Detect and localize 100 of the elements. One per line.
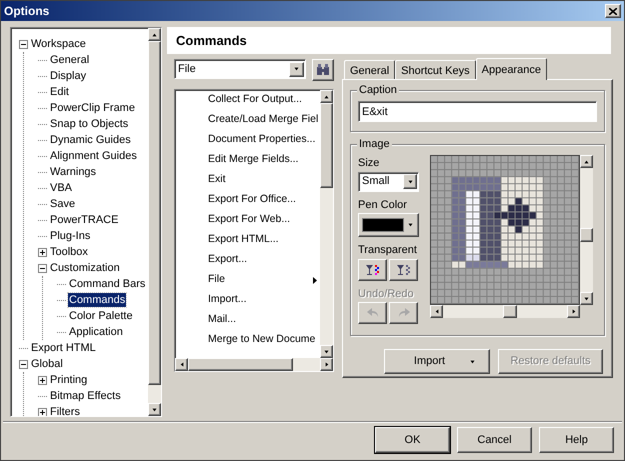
binoculars-icon [316, 64, 330, 76]
category-dropdown[interactable]: File [174, 59, 306, 79]
tab[interactable]: General [344, 60, 396, 79]
command-item[interactable]: Export For Office... [208, 192, 296, 208]
up-arrow-icon [151, 32, 158, 36]
scrollbar-thumb[interactable] [580, 228, 593, 242]
caption-field[interactable]: E&xit [358, 101, 597, 122]
command-item[interactable]: Merge to New Docume [208, 332, 316, 348]
pen-color-label: Pen Color [358, 198, 408, 212]
scroll-arrow-button[interactable] [148, 28, 161, 41]
size-dropdown[interactable]: Small [358, 172, 419, 192]
pen-color-button[interactable] [358, 213, 419, 237]
scrollbar-thumb[interactable] [503, 305, 517, 318]
expand-icon[interactable] [38, 248, 47, 256]
tree-item[interactable]: Warnings [49, 165, 98, 179]
left-arrow-icon [180, 361, 184, 368]
command-item[interactable]: Document Properties... [208, 132, 316, 148]
scroll-arrow-button[interactable] [320, 90, 333, 103]
command-item[interactable]: File [208, 272, 225, 288]
dropdown-arrow-icon [407, 223, 414, 227]
tree-item[interactable]: Export HTML [30, 341, 97, 355]
tree-item[interactable]: Customization [49, 261, 121, 275]
scroll-arrow-button[interactable] [430, 305, 443, 318]
tree-item[interactable]: Alignment Guides [49, 149, 138, 163]
tree-item[interactable]: Display [49, 69, 88, 83]
tree-item[interactable]: Edit [49, 85, 70, 99]
undo-icon [366, 308, 378, 318]
command-item[interactable]: Collect For Output... [208, 92, 302, 108]
window-title: Options [4, 3, 50, 20]
transparent-label: Transparent [358, 243, 418, 258]
dialog-button[interactable]: OK [375, 427, 450, 453]
scroll-arrow-button[interactable] [567, 305, 580, 318]
tree-item[interactable]: Workspace [30, 37, 87, 51]
collapse-icon[interactable] [38, 264, 47, 272]
scroll-arrow-button[interactable] [320, 358, 333, 371]
transparency-button[interactable] [389, 258, 418, 280]
collapse-icon[interactable] [19, 40, 28, 48]
command-item[interactable]: Edit Merge Fields... [208, 152, 298, 168]
right-arrow-icon [324, 361, 328, 368]
command-item[interactable]: Export... [208, 252, 248, 268]
page-header: Commands [167, 27, 611, 54]
tree-item[interactable]: Filters [49, 405, 81, 416]
command-item[interactable]: Create/Load Merge Fiel [208, 112, 318, 128]
dialog-button[interactable]: Cancel [457, 427, 532, 453]
tree-item[interactable]: PowerClip Frame [49, 101, 136, 115]
redo-button[interactable] [389, 302, 418, 324]
close-icon [609, 8, 617, 14]
glass-icon [366, 264, 380, 276]
scrollbar-thumb[interactable] [320, 103, 333, 188]
tree-item[interactable]: Toolbox [49, 245, 89, 259]
dropdown-arrow-icon [469, 360, 476, 364]
command-item[interactable]: Mail... [208, 312, 236, 328]
scroll-arrow-button[interactable] [320, 345, 333, 358]
tree-item[interactable]: Global [30, 357, 64, 371]
command-item[interactable]: Import... [208, 292, 247, 308]
tree-item[interactable]: VBA [49, 181, 74, 195]
command-item[interactable]: Export For Web... [208, 212, 290, 228]
dropdown-arrow-icon [406, 180, 414, 184]
expand-icon[interactable] [38, 376, 47, 384]
tree-item[interactable]: Application [68, 325, 124, 339]
undo-button[interactable] [358, 302, 387, 324]
glass-icon [396, 264, 410, 276]
tree-item[interactable]: Dynamic Guides [49, 133, 132, 147]
tree-item[interactable]: Color Palette [68, 309, 134, 323]
tab[interactable]: Shortcut Keys [395, 60, 476, 79]
command-item[interactable]: Exit [208, 172, 226, 188]
down-arrow-icon [583, 296, 590, 300]
scroll-arrow-button[interactable] [580, 155, 593, 168]
down-arrow-icon [323, 350, 330, 354]
right-arrow-icon [572, 308, 576, 315]
command-item[interactable]: Export HTML... [208, 232, 279, 248]
tree-item[interactable]: Command Bars [68, 277, 146, 291]
expand-icon[interactable] [38, 408, 47, 416]
tree-item[interactable]: Snap to Objects [49, 117, 130, 131]
pixel-icon-editor-drawing[interactable] [430, 155, 580, 305]
size-label: Size [358, 156, 380, 171]
down-arrow-icon [151, 408, 158, 412]
transparency-button[interactable] [358, 258, 387, 280]
tree-item[interactable]: PowerTRACE [49, 213, 120, 227]
group-label: Image [357, 137, 392, 151]
scroll-arrow-button[interactable] [580, 292, 593, 305]
tree-item[interactable]: Commands [68, 293, 126, 307]
scroll-arrow-button[interactable] [175, 358, 188, 371]
close-button[interactable] [605, 4, 621, 18]
left-arrow-icon [434, 308, 438, 315]
up-arrow-icon [583, 160, 590, 164]
find-button[interactable] [312, 59, 334, 81]
group-label: Caption [357, 83, 399, 97]
import-button[interactable]: Import [384, 349, 490, 374]
scrollbar-thumb[interactable] [188, 358, 293, 371]
collapse-icon[interactable] [19, 360, 28, 368]
tree-item[interactable]: Save [49, 197, 76, 211]
tree-item[interactable]: Printing [49, 373, 88, 387]
tab[interactable]: Appearance [476, 58, 547, 80]
tree-item[interactable]: General [49, 53, 90, 67]
scroll-arrow-button[interactable] [148, 403, 161, 416]
dialog-button[interactable]: Help [539, 427, 614, 453]
tree-item[interactable]: Bitmap Effects [49, 389, 122, 403]
tree-item[interactable]: Plug-Ins [49, 229, 92, 243]
up-arrow-icon [323, 94, 330, 98]
